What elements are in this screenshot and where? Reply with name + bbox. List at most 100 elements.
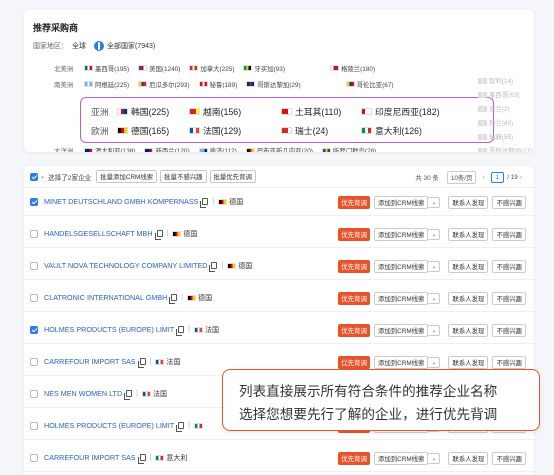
not-interested-button[interactable]: 不感兴趣 — [492, 452, 526, 465]
country-filter-item[interactable]: 巴布亚新几内亚(20) — [245, 146, 313, 152]
country-filter-item[interactable]: 秘鲁(189) — [198, 80, 237, 89]
company-name-link[interactable]: CARREFOUR IMPORT SAS — [44, 357, 136, 366]
bulk-priority-button[interactable]: 批量优先背调 — [209, 170, 256, 183]
company-name-link[interactable]: NES MEN WOMEN LTD — [44, 389, 122, 398]
add-crm-button[interactable]: 添加到CRM线索 — [373, 228, 429, 241]
country-filter-item[interactable]: 法国(129) — [189, 124, 281, 137]
country-filter-item[interactable]: 哥斯达黎加(29) — [246, 80, 301, 89]
row-checkbox[interactable] — [30, 197, 38, 206]
country-filter-item[interactable]: 瑞士(24) — [281, 124, 361, 137]
add-crm-button[interactable]: 添加到CRM线索 — [373, 292, 429, 305]
not-interested-button[interactable]: 不感兴趣 — [492, 324, 526, 337]
chevron-down-icon[interactable]: ⌄ — [428, 453, 441, 464]
priority-button[interactable]: 优先背调 — [338, 452, 370, 465]
contact-discover-button[interactable]: 联系人发现 — [448, 196, 489, 209]
country-filter-item[interactable]: 所罗门群岛(28) — [321, 146, 376, 152]
row-checkbox[interactable] — [30, 421, 38, 430]
all-countries-filter[interactable]: 全部国家(7943) — [107, 41, 155, 51]
country-filter-item[interactable]: 加拿大(225) — [189, 64, 234, 73]
chevron-down-icon[interactable]: ⌄ — [428, 293, 441, 304]
company-name-link[interactable]: CARREFOUR IMPORT SAS — [44, 453, 136, 462]
bulk-not-interested-button[interactable]: 批量不感兴趣 — [160, 170, 207, 183]
country-filter-item[interactable]: 印度尼西亚(182) — [361, 105, 451, 118]
next-page-icon[interactable]: › — [520, 174, 522, 181]
company-name-link[interactable]: VAULT NOVA TECHNOLOGY COMPANY LIMITED — [44, 261, 207, 270]
company-name-link[interactable]: CLATRONIC INTERNATIONAL GMBH — [44, 293, 167, 302]
add-crm-button[interactable]: 添加到CRM线索 — [373, 196, 429, 209]
chevron-down-icon[interactable]: ⌄ — [428, 261, 441, 272]
country-filter-item[interactable]: 德国(165) — [117, 124, 189, 137]
row-checkbox[interactable] — [30, 293, 38, 302]
row-checkbox[interactable] — [30, 261, 38, 270]
table-row[interactable]: VAULT NOVA TECHNOLOGY COMPANY LIMITED | 德国… — [24, 252, 534, 280]
not-interested-button[interactable]: 不感兴趣 — [492, 356, 526, 369]
company-name-link[interactable]: MINET DEUTSCHLAND GMBH KOMPERNASS — [44, 197, 198, 206]
table-row[interactable]: HOLMES PRODUCTS (EUROPE) LIMIT | 法国 优先背调 添加到… — [24, 316, 534, 344]
page-size-select[interactable]: 10条/页 — [446, 171, 477, 184]
copy-icon[interactable] — [200, 198, 209, 208]
row-checkbox[interactable] — [30, 325, 38, 334]
contact-discover-button[interactable]: 联系人发现 — [448, 292, 489, 305]
copy-icon[interactable] — [137, 454, 146, 464]
priority-button[interactable]: 优先背调 — [338, 228, 370, 241]
company-name-link[interactable]: HOLMES PRODUCTS (EUROPE) LIMIT — [44, 325, 174, 334]
table-row[interactable]: HANDELSGESELLSCHAFT MBH | 德国 优先背调 添加到CRM线索 ⌄ 联… — [24, 220, 534, 248]
row-checkbox[interactable] — [30, 453, 38, 462]
priority-button[interactable]: 优先背调 — [338, 196, 370, 209]
contact-discover-button[interactable]: 联系人发现 — [448, 356, 489, 369]
bulk-add-crm-button[interactable]: 批量添加CRM线索 — [96, 170, 158, 183]
chevron-down-icon[interactable]: ⌄ — [428, 325, 441, 336]
add-crm-button[interactable]: 添加到CRM线索 — [373, 452, 429, 465]
country-filter-item[interactable]: 意大利(126) — [361, 124, 451, 137]
company-name-link[interactable]: HANDELSGESELLSCHAFT MBH — [44, 229, 153, 238]
contact-discover-button[interactable]: 联系人发现 — [448, 260, 489, 273]
country-filter-item[interactable]: 土耳其(110) — [281, 105, 361, 118]
priority-button[interactable]: 优先背调 — [338, 260, 370, 273]
not-interested-button[interactable]: 不感兴趣 — [492, 292, 526, 305]
country-filter-item[interactable]: 厄瓜多尔(293) — [138, 80, 190, 89]
table-row[interactable]: MINET DEUTSCHLAND GMBH KOMPERNASS | 德国 优先背调… — [24, 188, 534, 216]
copy-icon[interactable] — [176, 326, 185, 336]
country-filter-item[interactable]: 美国(1240) — [138, 64, 180, 73]
contact-discover-button[interactable]: 联系人发现 — [448, 228, 489, 241]
priority-button[interactable]: 优先背调 — [338, 292, 370, 305]
copy-icon[interactable] — [137, 358, 146, 368]
country-filter-item[interactable]: 越南(156) — [189, 105, 281, 118]
add-crm-button[interactable]: 添加到CRM线索 — [373, 356, 429, 369]
not-interested-button[interactable]: 不感兴趣 — [492, 228, 526, 241]
table-row[interactable]: CARREFOUR IMPORT SAS | 意大利 优先背调 添加到CRM线索 ⌄ 联系人… — [24, 444, 534, 472]
not-interested-button[interactable]: 不感兴趣 — [492, 196, 526, 209]
priority-button[interactable]: 优先背调 — [338, 324, 370, 337]
country-filter-item[interactable]: 韩国(225) — [117, 105, 189, 118]
add-crm-button[interactable]: 添加到CRM线索 — [373, 324, 429, 337]
prev-page-icon[interactable]: ‹ — [482, 174, 484, 181]
chevron-down-icon[interactable]: ⌄ — [428, 197, 441, 208]
country-filter-item[interactable]: 墨西哥(195) — [84, 64, 129, 73]
row-checkbox[interactable] — [30, 389, 38, 398]
country-filter-item[interactable]: 牙买加(93) — [243, 64, 285, 73]
country-filter-item[interactable]: 新西兰(120) — [144, 146, 190, 152]
country-filter-item[interactable]: 阿根廷(225) — [84, 80, 129, 89]
country-filter-item[interactable]: 斐济(112) — [198, 146, 237, 152]
page-input[interactable]: 1 — [490, 172, 505, 183]
add-crm-button[interactable]: 添加到CRM线索 — [373, 260, 429, 273]
row-checkbox[interactable] — [30, 357, 38, 366]
table-row[interactable]: CLATRONIC INTERNATIONAL GMBH | 德国 优先背调 添加到CR… — [24, 284, 534, 312]
chevron-down-icon[interactable]: ⌄ — [428, 229, 441, 240]
country-filter-item[interactable]: 格陵兰(180) — [330, 64, 375, 73]
select-all-checkbox[interactable] — [30, 172, 38, 181]
country-filter-item[interactable]: 澳大利亚(138) — [84, 146, 135, 152]
copy-icon[interactable] — [176, 422, 185, 432]
row-checkbox[interactable] — [30, 229, 38, 238]
copy-icon[interactable] — [124, 390, 133, 400]
copy-icon[interactable] — [154, 230, 163, 240]
not-interested-button[interactable]: 不感兴趣 — [492, 260, 526, 273]
global-filter[interactable]: 全球 — [72, 41, 86, 51]
copy-icon[interactable] — [209, 262, 218, 272]
contact-discover-button[interactable]: 联系人发现 — [448, 324, 489, 337]
contact-discover-button[interactable]: 联系人发现 — [448, 452, 489, 465]
copy-icon[interactable] — [169, 294, 178, 304]
company-name-link[interactable]: HOLMES PRODUCTS (EUROPE) LIMIT — [44, 421, 174, 430]
chevron-down-icon[interactable]: ⌄ — [428, 357, 441, 368]
country-filter-item[interactable]: 哥伦比亚(67) — [345, 80, 394, 89]
